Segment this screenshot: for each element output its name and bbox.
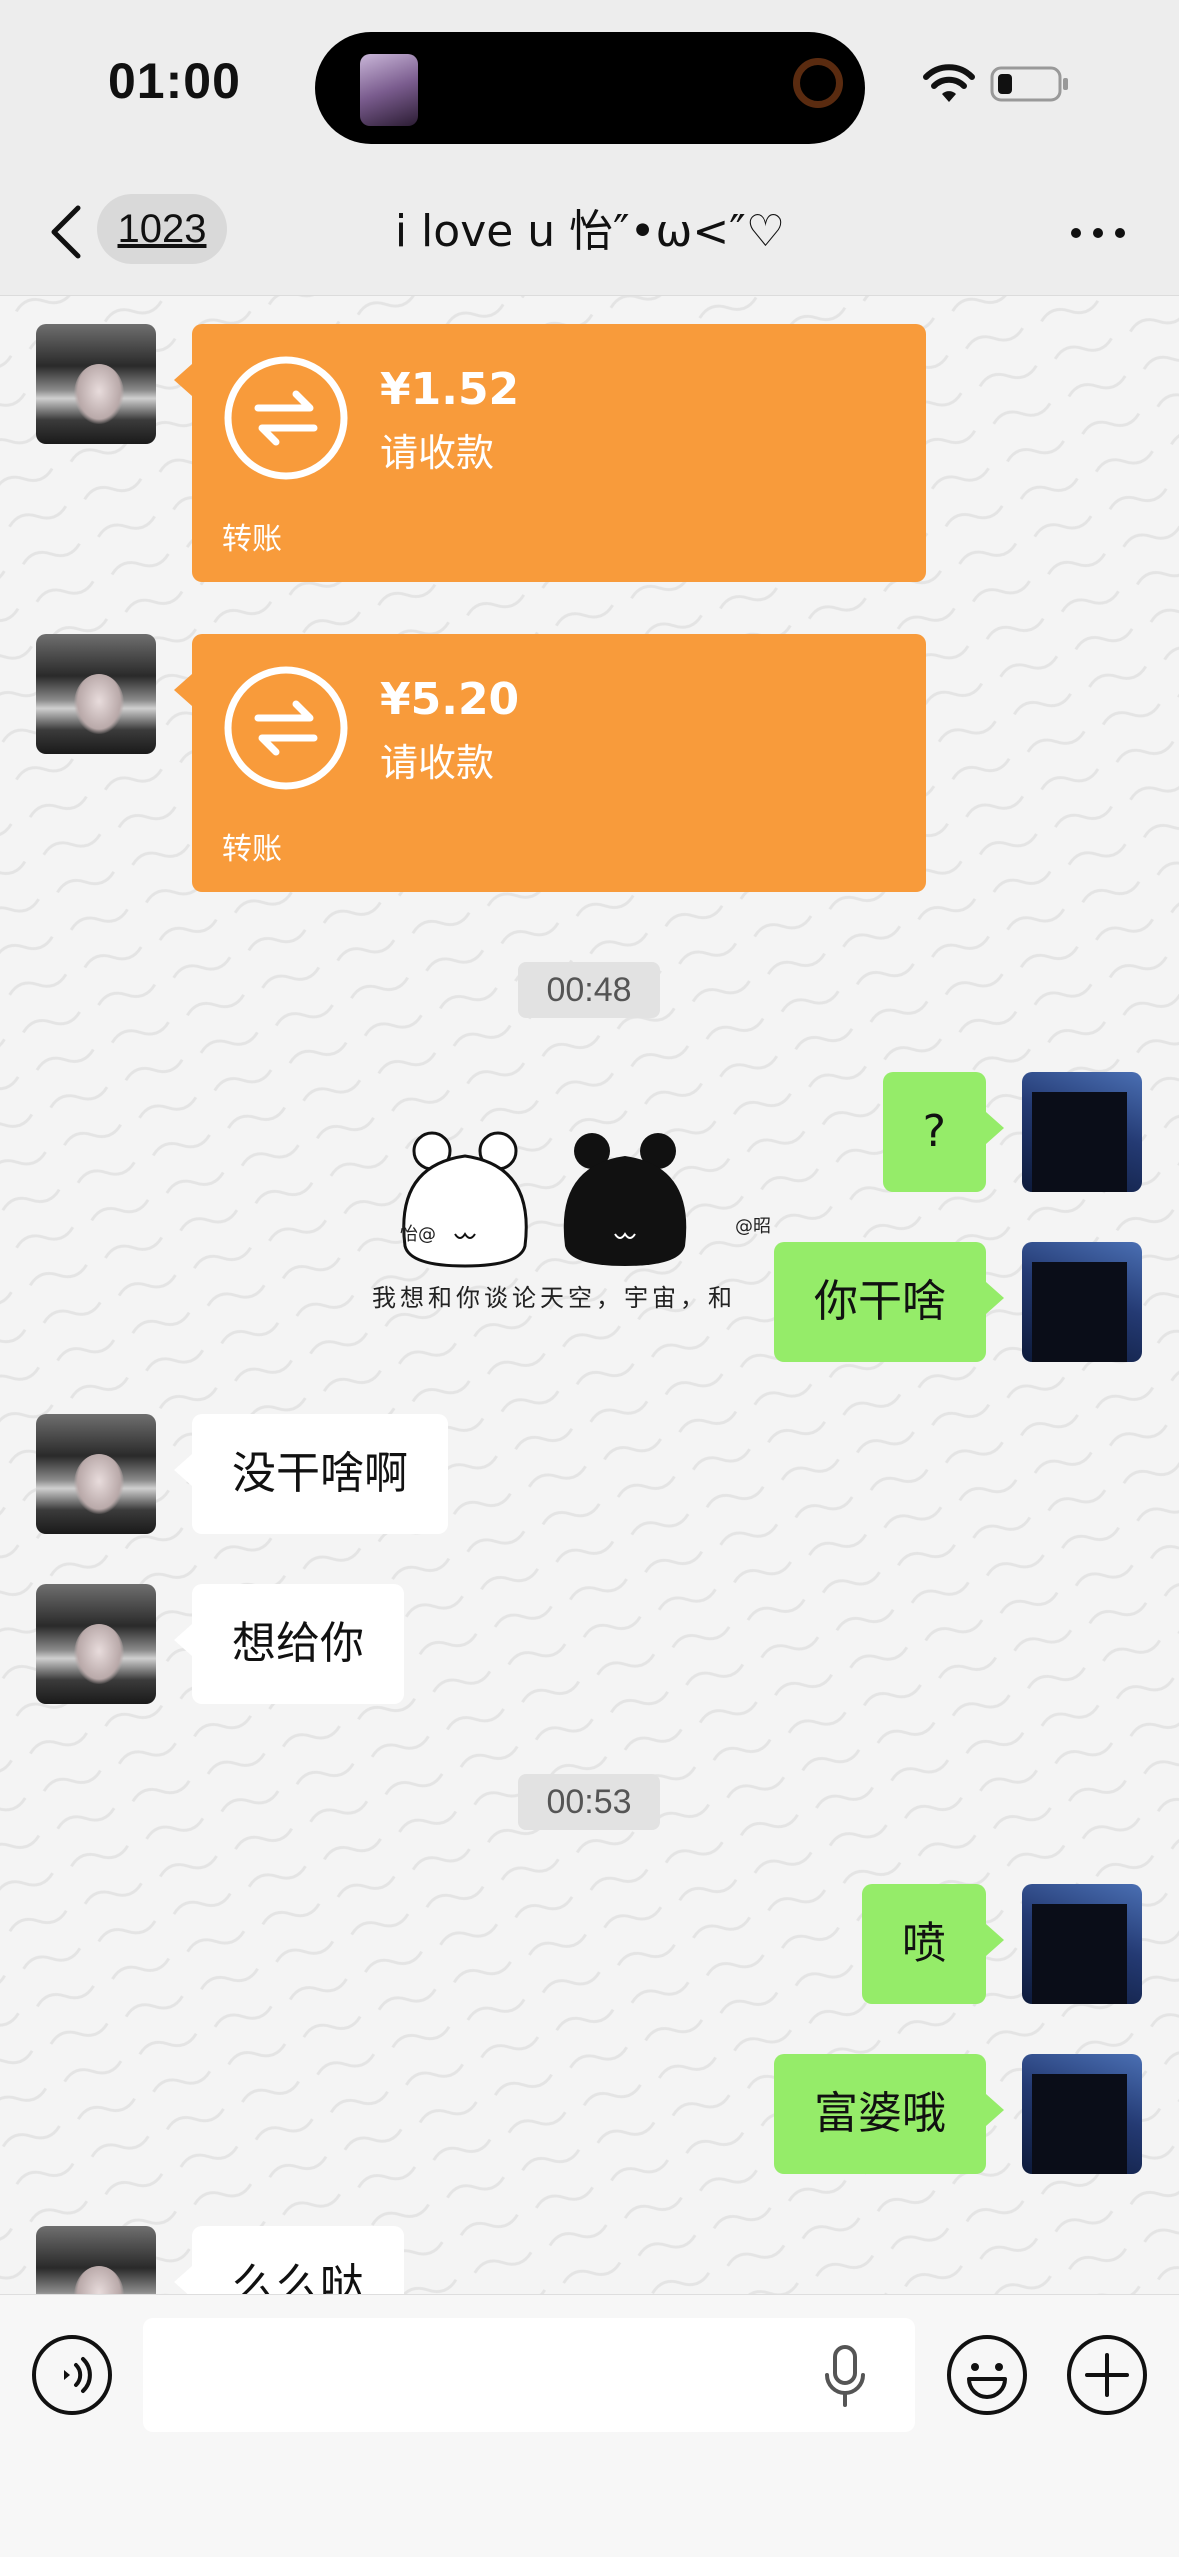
wifi-icon [923,64,975,102]
my-message-bubble[interactable]: 富婆哦 [774,2054,1004,2174]
transfer-exchange-icon [224,666,348,790]
transfer-type-label: 转账 [222,832,282,867]
plus-icon[interactable] [1065,2333,1149,2417]
sticker-tag: @昭 [735,1216,771,1237]
timestamp-divider: 00:48 [518,962,660,1018]
transfer-type-label: 转账 [222,522,282,557]
transfer-status: 请收款 [380,431,495,475]
transfer-amount: ¥1.52 [380,364,520,415]
sticker-tag: 怡@ [400,1224,436,1245]
timestamp-divider: 00:53 [518,1774,660,1830]
chat-title: i love u 怡″•ω<″♡ [394,206,786,257]
contact-avatar[interactable] [36,1414,156,1534]
contact-avatar[interactable] [36,2226,156,2294]
emoji-icon[interactable] [945,2333,1029,2417]
sticker-caption: 我想和你谈论天空，宇宙，和 [372,1284,736,1312]
back-chevron-icon[interactable] [48,204,84,260]
my-avatar[interactable] [1022,2054,1142,2174]
my-message-bubble[interactable]: 你干啥 [774,1242,1004,1362]
my-avatar[interactable] [1022,1884,1142,2004]
my-message-bubble[interactable]: 喷 [862,1884,1004,2004]
dynamic-island[interactable] [315,32,865,144]
activity-ring-icon [793,58,843,108]
contact-message-bubble[interactable]: 么么哒 [174,2226,404,2294]
contact-avatar[interactable] [36,324,156,444]
transfer-exchange-icon [224,356,348,480]
chat-header: 1023 i love u 怡″•ω<″♡ [0,170,1179,296]
my-avatar[interactable] [1022,1072,1142,1192]
my-avatar[interactable] [1022,1242,1142,1362]
contact-avatar[interactable] [36,1584,156,1704]
transfer-status: 请收款 [380,741,495,785]
message-input-bar [0,2294,1179,2557]
my-message-bubble[interactable]: ? [882,1072,1005,1192]
contact-avatar[interactable] [36,634,156,754]
status-bar: 01:00 [0,0,1179,170]
contact-message-bubble[interactable]: 没干啥啊 [174,1414,448,1534]
transfer-amount: ¥5.20 [380,674,520,725]
battery-icon [990,66,1068,102]
message-input[interactable] [143,2318,915,2432]
chat-message-list[interactable]: ¥1.52 请收款 转账 ¥5.20 请收款 转账 00:48 ? 怡@ @昭 … [0,296,1179,2294]
contact-message-bubble[interactable]: 想给你 [174,1584,404,1704]
microphone-icon[interactable] [822,2345,868,2409]
unread-count-badge[interactable]: 1023 [97,194,227,264]
transfer-card[interactable]: ¥1.52 请收款 转账 [174,324,926,582]
transfer-card[interactable]: ¥5.20 请收款 转账 [174,634,926,892]
more-options-icon[interactable] [1068,220,1128,246]
voice-mode-icon[interactable] [30,2333,114,2417]
clock: 01:00 [108,53,241,109]
now-playing-thumbnail [360,54,418,126]
